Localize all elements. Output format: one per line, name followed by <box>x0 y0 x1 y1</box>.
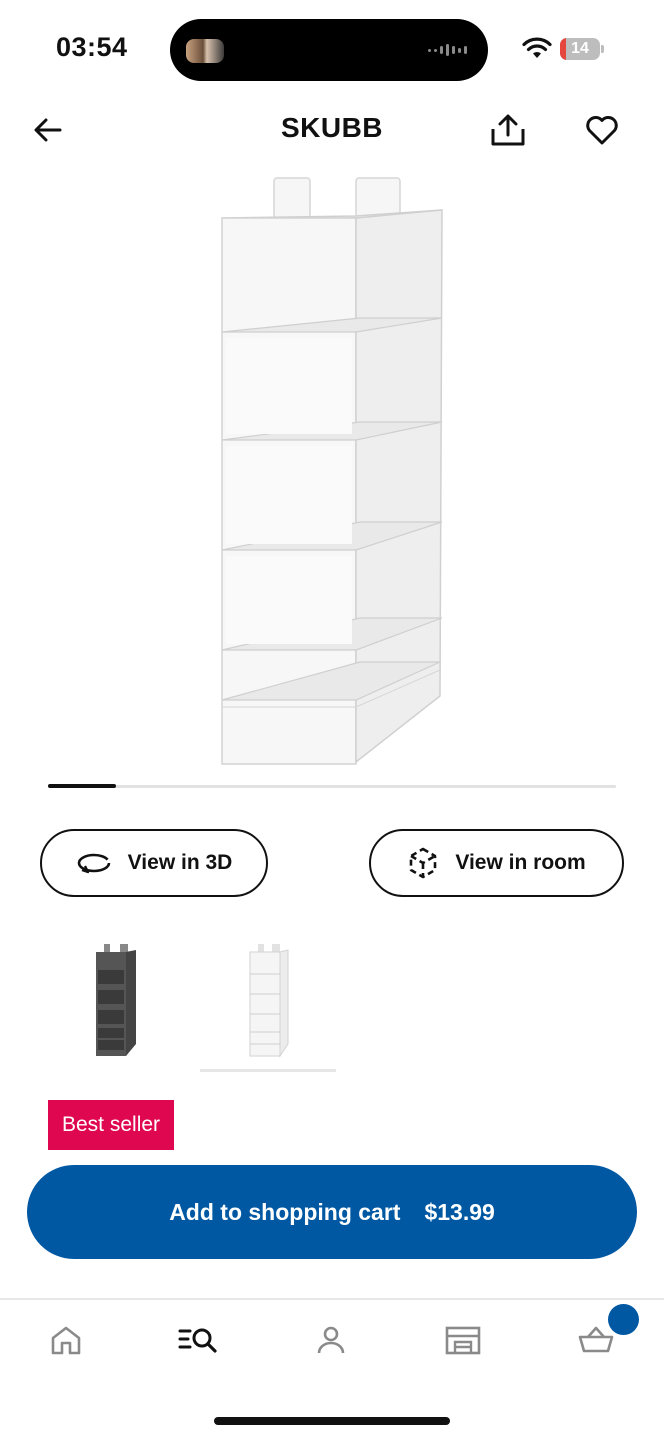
view-in-room-label: View in room <box>455 851 586 874</box>
share-icon <box>491 114 525 146</box>
tab-stores[interactable] <box>433 1316 493 1364</box>
status-bar: 03:54 14 <box>0 0 664 100</box>
view-in-3d-button[interactable]: View in 3D <box>40 829 268 897</box>
view-in-room-button[interactable]: View in room <box>369 829 624 897</box>
nav-header: SKUBB <box>0 100 664 160</box>
battery-indicator: 14 <box>560 38 600 60</box>
page-title: SKUBB <box>280 112 384 143</box>
dynamic-island[interactable] <box>170 19 488 81</box>
heart-icon <box>586 116 618 145</box>
tab-home[interactable] <box>36 1316 96 1364</box>
white-organizer-thumbnail <box>249 944 289 1058</box>
battery-nub <box>601 45 604 53</box>
home-icon <box>51 1326 81 1355</box>
gallery-progress-bar[interactable] <box>48 784 616 788</box>
variant-swatch-white[interactable] <box>200 940 336 1072</box>
live-activity-thumbnail <box>186 39 224 63</box>
gray-organizer-thumbnail <box>96 944 136 1056</box>
tab-search[interactable] <box>168 1316 228 1364</box>
wifi-icon <box>522 37 552 58</box>
rotate-3d-icon <box>77 853 110 874</box>
gallery-progress-fill <box>48 784 117 788</box>
store-icon <box>445 1326 481 1355</box>
tab-profile[interactable] <box>301 1316 361 1364</box>
cart-notification-dot <box>608 1304 639 1335</box>
variant-swatch-gray[interactable] <box>48 940 184 1072</box>
add-to-cart-label: Add to shopping cart <box>169 1198 401 1225</box>
audio-waveform-icon <box>428 43 470 57</box>
bottom-tab-bar <box>0 1298 664 1388</box>
best-seller-badge: Best seller <box>48 1100 175 1150</box>
add-to-cart-button[interactable]: Add to shopping cart $13.99 <box>27 1165 637 1259</box>
share-button[interactable] <box>486 108 530 152</box>
product-image[interactable] <box>200 172 460 772</box>
profile-icon <box>317 1326 345 1354</box>
search-list-icon <box>178 1328 217 1353</box>
hanging-organizer-illustration <box>221 177 443 765</box>
price-label: $13.99 <box>424 1198 495 1225</box>
ar-cube-icon <box>410 847 437 879</box>
view-in-3d-label: View in 3D <box>127 851 233 874</box>
favorite-button[interactable] <box>580 108 624 152</box>
status-time: 03:54 <box>56 32 128 62</box>
battery-level: 14 <box>571 40 589 57</box>
home-indicator[interactable] <box>214 1417 450 1425</box>
cart-icon <box>578 1326 614 1353</box>
